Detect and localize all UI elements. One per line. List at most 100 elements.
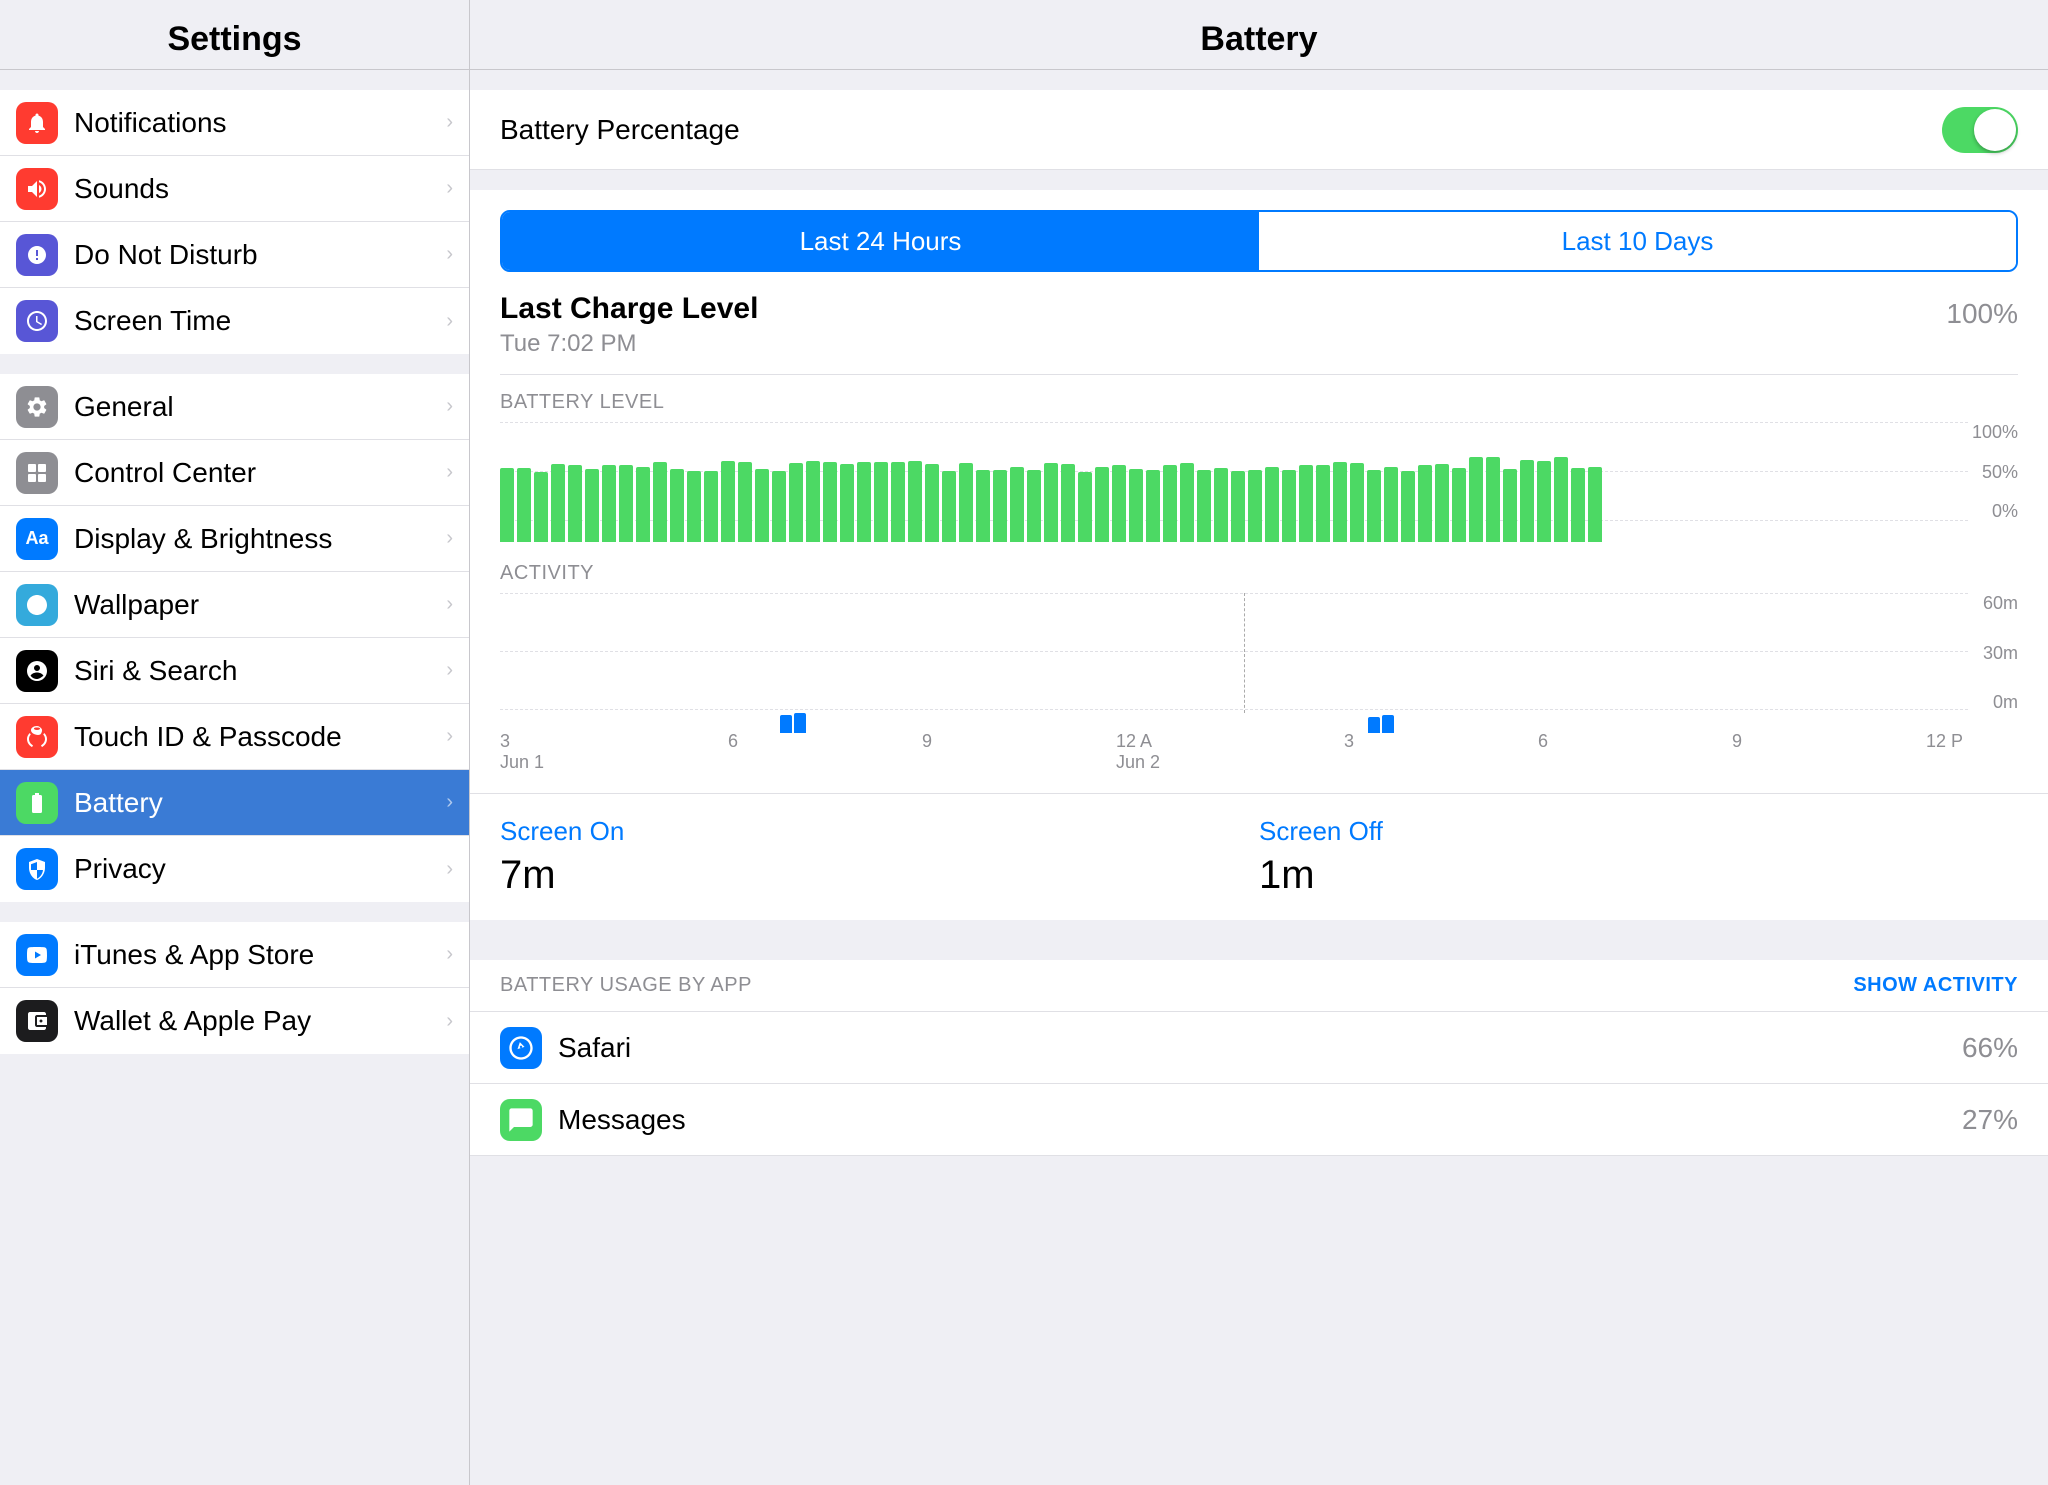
- battery-bar: [1248, 470, 1262, 542]
- xl-3-main: 3: [500, 731, 544, 752]
- sidebar-item-sounds[interactable]: Sounds ›: [0, 156, 469, 222]
- battery-bar: [568, 465, 582, 542]
- chevron-screentime: ›: [446, 310, 453, 333]
- screen-off-label: Screen Off: [1259, 816, 2018, 847]
- seg-btn-10d-label: Last 10 Days: [1562, 226, 1714, 257]
- battery-bar: [976, 470, 990, 542]
- app-pct-messages: 27%: [1962, 1104, 2018, 1136]
- sidebar-section-divider-2: [0, 354, 469, 374]
- sidebar-item-screentime[interactable]: Screen Time ›: [0, 288, 469, 354]
- donotdisturb-icon: [16, 234, 58, 276]
- activity-y-top: 60m: [1983, 593, 2018, 614]
- battery-bar: [942, 471, 956, 542]
- battery-bar: [1367, 470, 1381, 542]
- main-title: Battery: [470, 20, 2048, 59]
- sidebar-header: Settings: [0, 0, 469, 70]
- battery-bar: [1044, 463, 1058, 542]
- battery-bar: [1554, 457, 1568, 542]
- screen-stats: Screen On 7m Screen Off 1m: [470, 793, 2048, 920]
- sidebar-list-3: iTunes & App Store › Wallet & Apple Pay …: [0, 922, 469, 1054]
- x-label-9b: 9: [1732, 731, 1742, 773]
- x-label-3jun1: 3 Jun 1: [500, 731, 544, 773]
- sidebar-item-display[interactable]: Aa Display & Brightness ›: [0, 506, 469, 572]
- sidebar-item-label-controlcenter: Control Center: [74, 457, 256, 489]
- last-charge-row: Last Charge Level Tue 7:02 PM 100%: [500, 292, 2018, 375]
- sidebar-item-siri[interactable]: Siri & Search ›: [0, 638, 469, 704]
- battery-bar: [874, 462, 888, 542]
- battery-percentage-label: Battery Percentage: [500, 114, 740, 146]
- safari-icon: [500, 1027, 542, 1069]
- sidebar-section-divider-3: [0, 902, 469, 922]
- battery-bar: [1486, 457, 1500, 542]
- battery-bar: [517, 468, 531, 542]
- battery-bar: [1418, 465, 1432, 542]
- show-activity-btn[interactable]: SHOW ACTIVITY: [1853, 974, 2018, 997]
- sidebar-item-touchid[interactable]: Touch ID & Passcode ›: [0, 704, 469, 770]
- privacy-icon: [16, 848, 58, 890]
- sidebar-item-wallpaper[interactable]: Wallpaper ›: [0, 572, 469, 638]
- chevron-privacy: ›: [446, 858, 453, 881]
- seg-btn-10d[interactable]: Last 10 Days: [1259, 212, 2016, 270]
- screen-on-label: Screen On: [500, 816, 1259, 847]
- xl-9b: 9: [1732, 731, 1742, 752]
- chevron-display: ›: [446, 527, 453, 550]
- sidebar-item-label-general: General: [74, 391, 174, 423]
- x-label-9: 9: [922, 731, 932, 773]
- sidebar-item-donotdisturb[interactable]: Do Not Disturb ›: [0, 222, 469, 288]
- section-divider-1: [470, 170, 2048, 190]
- segmented-control[interactable]: Last 24 Hours Last 10 Days: [500, 210, 2018, 272]
- sidebar-item-label-appstore: iTunes & App Store: [74, 939, 314, 971]
- battery-bar: [1401, 471, 1415, 542]
- battery-bar: [1231, 471, 1245, 542]
- battery-bar: [551, 464, 565, 542]
- battery-bar: [1503, 469, 1517, 542]
- sidebar-item-controlcenter[interactable]: Control Center ›: [0, 440, 469, 506]
- battery-bar: [925, 464, 939, 542]
- battery-bar: [789, 463, 803, 542]
- xl-jun1: Jun 1: [500, 752, 544, 773]
- battery-bar: [1282, 470, 1296, 542]
- chevron-battery: ›: [446, 791, 453, 814]
- sidebar-item-label-wallpaper: Wallpaper: [74, 589, 199, 621]
- messages-icon: [500, 1099, 542, 1141]
- x-label-3b: 3: [1344, 731, 1354, 773]
- main-header: Battery: [470, 0, 2048, 70]
- screen-on-value: 7m: [500, 853, 1259, 898]
- xl-9: 9: [922, 731, 932, 752]
- chevron-notifications: ›: [446, 111, 453, 134]
- battery-bar: [1537, 461, 1551, 542]
- battery-bar: [1588, 467, 1602, 542]
- chevron-donotdisturb: ›: [446, 243, 453, 266]
- battery-bar: [704, 471, 718, 542]
- battery-bar: [857, 462, 871, 542]
- wallet-icon: [16, 1000, 58, 1042]
- battery-bar: [1520, 460, 1534, 542]
- sidebar-item-label-notifications: Notifications: [74, 107, 227, 139]
- xl-jun2: Jun 2: [1116, 752, 1160, 773]
- battery-percentage-row: Battery Percentage: [470, 90, 2048, 170]
- sidebar-item-label-privacy: Privacy: [74, 853, 166, 885]
- sidebar-item-general[interactable]: General ›: [0, 374, 469, 440]
- seg-btn-24h[interactable]: Last 24 Hours: [502, 212, 1259, 270]
- battery-bar: [891, 462, 905, 542]
- battery-bar: [1350, 463, 1364, 542]
- battery-bar: [1010, 467, 1024, 542]
- sidebar-item-battery[interactable]: Battery ›: [0, 770, 469, 836]
- sidebar-item-label-donotdisturb: Do Not Disturb: [74, 239, 258, 271]
- battery-y-mid: 50%: [1982, 462, 2018, 483]
- sidebar-item-privacy[interactable]: Privacy ›: [0, 836, 469, 902]
- appstore-icon: [16, 934, 58, 976]
- app-row-safari[interactable]: Safari 66%: [470, 1012, 2048, 1084]
- sidebar-item-label-wallet: Wallet & Apple Pay: [74, 1005, 311, 1037]
- battery-bar: [500, 468, 514, 542]
- battery-icon: [16, 782, 58, 824]
- sidebar-item-notifications[interactable]: Notifications ›: [0, 90, 469, 156]
- battery-bar: [1027, 470, 1041, 542]
- sidebar-item-appstore[interactable]: iTunes & App Store ›: [0, 922, 469, 988]
- sidebar-item-label-screentime: Screen Time: [74, 305, 231, 337]
- app-row-messages[interactable]: Messages 27%: [470, 1084, 2048, 1156]
- battery-bar: [1469, 457, 1483, 542]
- sidebar-item-wallet[interactable]: Wallet & Apple Pay ›: [0, 988, 469, 1054]
- battery-percentage-toggle[interactable]: [1942, 107, 2018, 153]
- sidebar-list-1: Notifications › Sounds › Do Not Disturb …: [0, 90, 469, 354]
